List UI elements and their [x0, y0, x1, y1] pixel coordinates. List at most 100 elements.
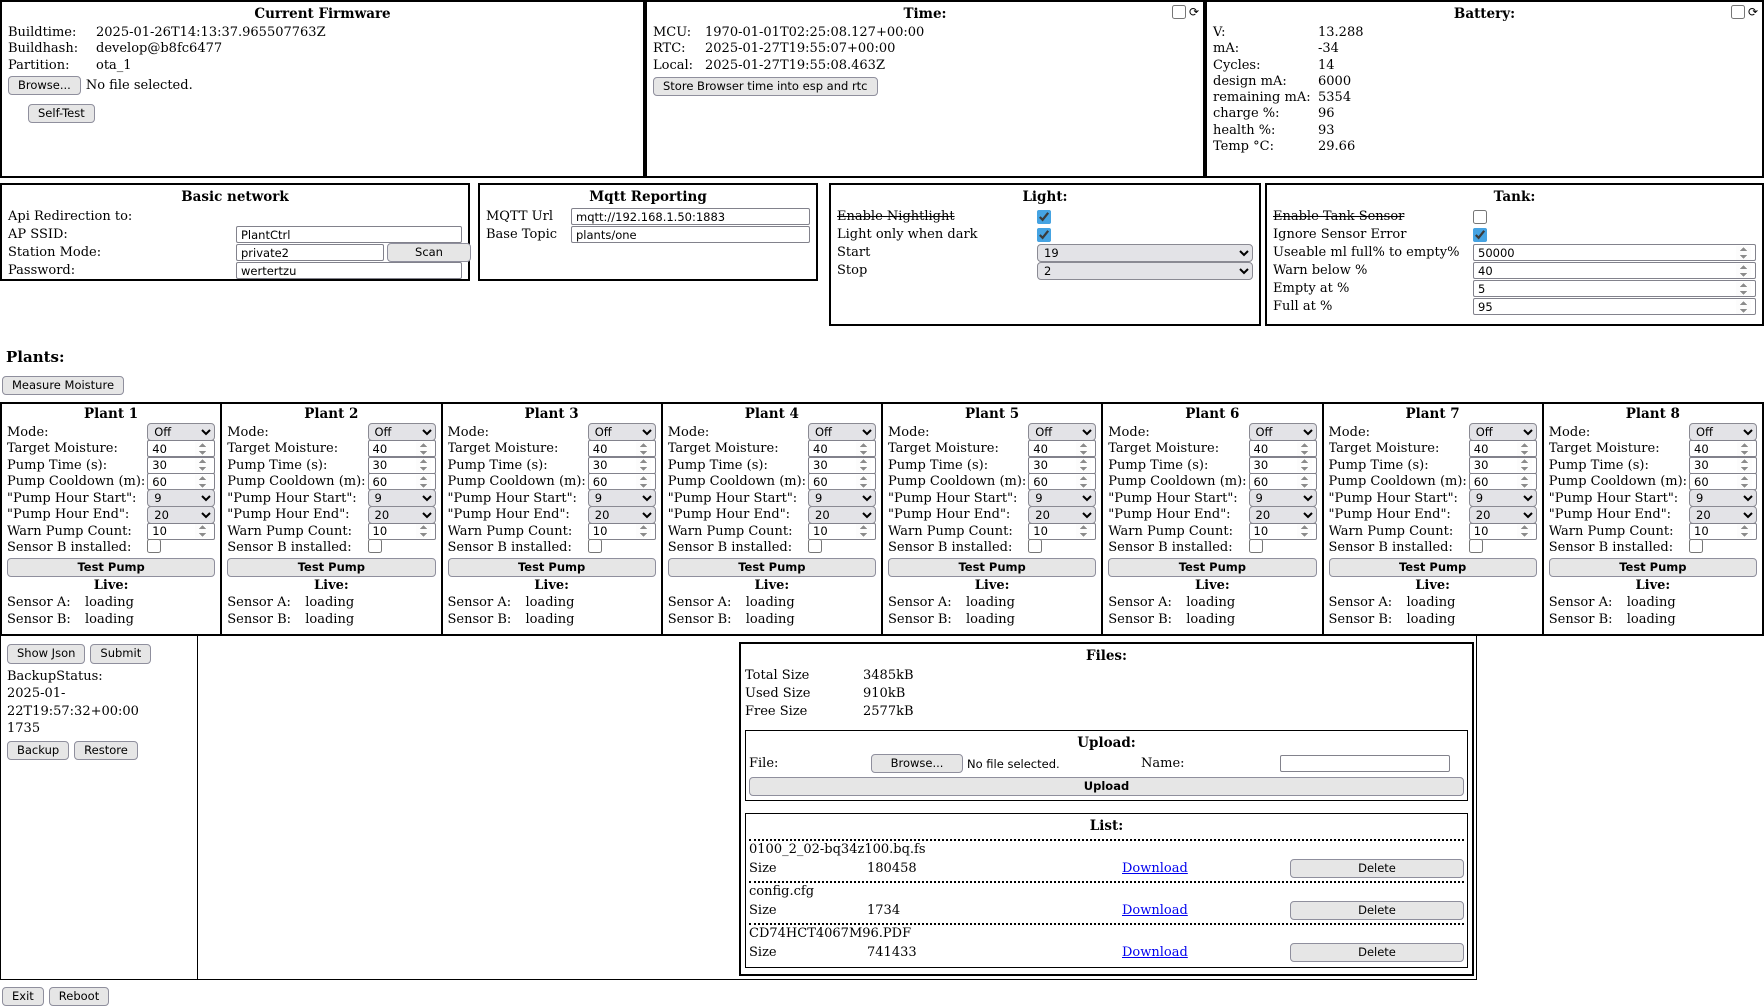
mqtt-url-input[interactable] [571, 208, 810, 225]
password-input[interactable] [236, 262, 462, 279]
pump-cooldown-input[interactable] [1689, 473, 1757, 490]
backup-button[interactable]: Backup [7, 741, 69, 760]
pump-hour-start-select[interactable]: 9 [1469, 489, 1537, 507]
target-moisture-input[interactable] [1249, 440, 1317, 457]
empty-at-input[interactable] [1473, 280, 1756, 297]
measure-moisture-button[interactable]: Measure Moisture [2, 376, 124, 395]
restore-button[interactable]: Restore [74, 741, 138, 760]
pump-cooldown-input[interactable] [1028, 473, 1096, 490]
pump-time-input[interactable] [1028, 457, 1096, 474]
target-moisture-input[interactable] [1469, 440, 1537, 457]
self-test-button[interactable]: Self-Test [28, 104, 95, 123]
time-auto-refresh-checkbox[interactable] [1172, 5, 1186, 19]
pump-hour-end-select[interactable]: 20 [368, 506, 436, 524]
warn-pump-count-input[interactable] [147, 523, 215, 540]
pump-cooldown-input[interactable] [1249, 473, 1317, 490]
full-at-input[interactable] [1473, 298, 1756, 315]
pump-time-input[interactable] [368, 457, 436, 474]
scan-button[interactable]: Scan [387, 243, 471, 262]
test-pump-button[interactable]: Test Pump [7, 558, 215, 577]
mode-select[interactable]: Off [368, 423, 436, 441]
pump-cooldown-input[interactable] [368, 473, 436, 490]
pump-time-input[interactable] [1689, 457, 1757, 474]
test-pump-button[interactable]: Test Pump [888, 558, 1096, 577]
pump-hour-start-select[interactable]: 9 [1249, 489, 1317, 507]
test-pump-button[interactable]: Test Pump [227, 558, 435, 577]
target-moisture-input[interactable] [368, 440, 436, 457]
download-link[interactable]: Download [1122, 945, 1188, 960]
pump-hour-end-select[interactable]: 20 [588, 506, 656, 524]
pump-time-input[interactable] [147, 457, 215, 474]
sensor-b-installed-checkbox[interactable] [368, 539, 382, 553]
pump-hour-start-select[interactable]: 9 [147, 489, 215, 507]
sensor-b-installed-checkbox[interactable] [1689, 539, 1703, 553]
mode-select[interactable]: Off [1028, 423, 1096, 441]
store-browser-time-button[interactable]: Store Browser time into esp and rtc [653, 77, 878, 96]
sensor-b-installed-checkbox[interactable] [1469, 539, 1483, 553]
pump-cooldown-input[interactable] [808, 473, 876, 490]
download-link[interactable]: Download [1122, 903, 1188, 918]
warn-pump-count-input[interactable] [808, 523, 876, 540]
target-moisture-input[interactable] [1028, 440, 1096, 457]
test-pump-button[interactable]: Test Pump [448, 558, 656, 577]
exit-button[interactable]: Exit [2, 987, 44, 1006]
download-link[interactable]: Download [1122, 861, 1188, 876]
pump-cooldown-input[interactable] [1469, 473, 1537, 490]
mode-select[interactable]: Off [147, 423, 215, 441]
target-moisture-input[interactable] [808, 440, 876, 457]
sensor-b-installed-checkbox[interactable] [808, 539, 822, 553]
show-json-button[interactable]: Show Json [7, 644, 85, 663]
pump-hour-end-select[interactable]: 20 [1249, 506, 1317, 524]
pump-cooldown-input[interactable] [588, 473, 656, 490]
pump-hour-end-select[interactable]: 20 [147, 506, 215, 524]
mode-select[interactable]: Off [1689, 423, 1757, 441]
battery-auto-refresh-checkbox[interactable] [1731, 5, 1745, 19]
target-moisture-input[interactable] [1689, 440, 1757, 457]
delete-button[interactable]: Delete [1290, 901, 1464, 920]
upload-button[interactable]: Upload [749, 777, 1464, 796]
delete-button[interactable]: Delete [1290, 859, 1464, 878]
ap-ssid-input[interactable] [236, 226, 462, 243]
pump-hour-end-select[interactable]: 20 [1469, 506, 1537, 524]
warn-below-input[interactable] [1473, 262, 1756, 279]
pump-hour-end-select[interactable]: 20 [1689, 506, 1757, 524]
test-pump-button[interactable]: Test Pump [1108, 558, 1316, 577]
pump-time-input[interactable] [808, 457, 876, 474]
enable-nightlight-checkbox[interactable] [1037, 210, 1051, 224]
target-moisture-input[interactable] [588, 440, 656, 457]
delete-button[interactable]: Delete [1290, 943, 1464, 962]
warn-pump-count-input[interactable] [1249, 523, 1317, 540]
sensor-b-installed-checkbox[interactable] [588, 539, 602, 553]
pump-hour-end-select[interactable]: 20 [808, 506, 876, 524]
test-pump-button[interactable]: Test Pump [1549, 558, 1757, 577]
pump-time-input[interactable] [1469, 457, 1537, 474]
pump-hour-start-select[interactable]: 9 [588, 489, 656, 507]
upload-browse-button[interactable]: Browse... [871, 754, 963, 773]
station-mode-input[interactable] [236, 244, 384, 261]
mode-select[interactable]: Off [588, 423, 656, 441]
base-topic-input[interactable] [571, 226, 810, 243]
mode-select[interactable]: Off [808, 423, 876, 441]
pump-hour-start-select[interactable]: 9 [1689, 489, 1757, 507]
mode-select[interactable]: Off [1469, 423, 1537, 441]
pump-hour-end-select[interactable]: 20 [1028, 506, 1096, 524]
mode-select[interactable]: Off [1249, 423, 1317, 441]
upload-name-input[interactable] [1280, 755, 1450, 772]
refresh-icon[interactable]: ⟳ [1748, 6, 1758, 18]
light-start-select[interactable]: 19 [1037, 244, 1253, 262]
light-only-dark-checkbox[interactable] [1037, 228, 1051, 242]
sensor-b-installed-checkbox[interactable] [1249, 539, 1263, 553]
enable-tank-sensor-checkbox[interactable] [1473, 210, 1487, 224]
useable-ml-input[interactable] [1473, 244, 1756, 261]
light-stop-select[interactable]: 2 [1037, 262, 1253, 280]
warn-pump-count-input[interactable] [1028, 523, 1096, 540]
sensor-b-installed-checkbox[interactable] [147, 539, 161, 553]
refresh-icon[interactable]: ⟳ [1189, 6, 1199, 18]
warn-pump-count-input[interactable] [1469, 523, 1537, 540]
target-moisture-input[interactable] [147, 440, 215, 457]
warn-pump-count-input[interactable] [368, 523, 436, 540]
warn-pump-count-input[interactable] [588, 523, 656, 540]
reboot-button[interactable]: Reboot [49, 987, 109, 1006]
pump-cooldown-input[interactable] [147, 473, 215, 490]
pump-hour-start-select[interactable]: 9 [368, 489, 436, 507]
